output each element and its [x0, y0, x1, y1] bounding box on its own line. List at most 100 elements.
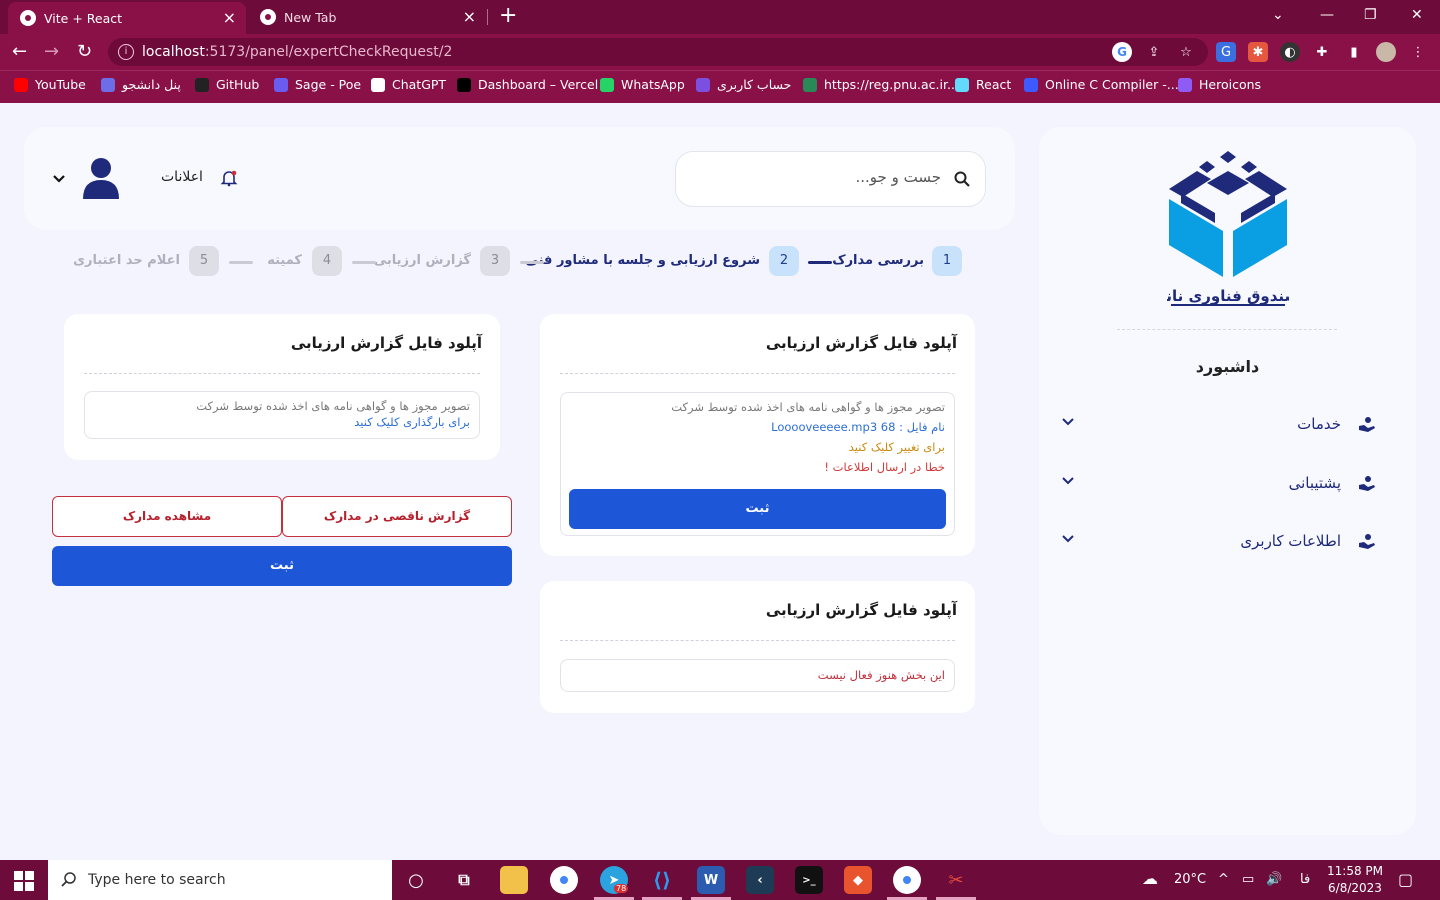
vercel-icon [457, 77, 471, 92]
search-box[interactable] [675, 151, 986, 207]
tray-chevron-icon[interactable]: ^ [1218, 872, 1229, 887]
close-window-button[interactable]: ✕ [1411, 5, 1423, 25]
side-panel-icon[interactable]: ▮ [1344, 42, 1364, 62]
network-icon[interactable]: ▭ [1242, 872, 1254, 887]
submit-button[interactable]: ثبت [569, 489, 946, 529]
search-input[interactable] [701, 168, 941, 186]
browser-toolbar: ← → ↻ i localhost:5173/panel/expertCheck… [0, 34, 1440, 70]
close-icon[interactable]: × [463, 9, 476, 25]
share-icon[interactable]: ⇪ [1144, 42, 1164, 62]
view-documents-button[interactable]: مشاهده مدارک [52, 496, 282, 537]
git-icon[interactable]: ◆ [844, 866, 872, 894]
chatgpt-icon [371, 77, 385, 92]
bookmark-star-icon[interactable]: ☆ [1176, 42, 1196, 62]
bookmark-chatgpt[interactable]: ChatGPT [371, 77, 446, 92]
step-label: گزارش ارزیابی [373, 253, 471, 268]
step-connector [520, 261, 544, 264]
notification-center-icon[interactable]: ▢ [1398, 870, 1413, 889]
new-tab-button[interactable]: + [499, 4, 517, 28]
pnu-icon [803, 77, 817, 92]
extension-icon[interactable]: ✱ [1248, 42, 1268, 62]
reload-icon[interactable]: ↻ [77, 40, 92, 64]
puzzle-icon[interactable]: ✚ [1312, 42, 1332, 62]
chevron-down-icon[interactable] [1061, 532, 1075, 546]
menu-dots-icon[interactable]: ⋮ [1408, 42, 1428, 62]
extension-icon[interactable]: ◐ [1280, 42, 1300, 62]
sidebar-item-label: پشتیبانی [1288, 474, 1341, 492]
bell-icon[interactable] [220, 169, 238, 187]
cortana-icon[interactable]: ○ [402, 866, 430, 894]
upload-dropzone[interactable]: تصویر مجوز ها و گواهی نامه های اخذ شده ت… [84, 391, 480, 439]
report-missing-docs-button[interactable]: گزارش ناقصی در مدارک [282, 496, 512, 537]
bookmark-student-panel[interactable]: پنل دانشجو [101, 77, 181, 92]
url-text[interactable]: localhost:5173/panel/expertCheckRequest/… [142, 44, 452, 60]
bookmark-pnu[interactable]: https://reg.pnu.ac.ir... [803, 77, 959, 92]
sidebar-item-support[interactable]: پشتیبانی [1059, 470, 1396, 500]
weather-icon[interactable]: ☁ [1142, 869, 1158, 888]
card-title: آپلود فایل گزارش ارزیابی [290, 334, 482, 352]
hand-coin-icon [1359, 534, 1375, 549]
taskbar-search[interactable]: Type here to search [48, 860, 392, 900]
taskbar-search-placeholder: Type here to search [88, 872, 226, 888]
word-icon[interactable]: W [697, 866, 725, 894]
bookmark-user-account[interactable]: حساب کاربری [696, 77, 791, 92]
language-indicator[interactable]: فا [1300, 872, 1310, 887]
upload-link[interactable]: برای بارگذاری کلیک کنید [354, 415, 470, 429]
weather-temp[interactable]: 20°C [1174, 872, 1206, 887]
volume-icon[interactable]: 🔊 [1266, 872, 1282, 887]
translate-extension-icon[interactable]: G [1216, 42, 1236, 62]
layers-icon [101, 77, 115, 92]
file-explorer-icon[interactable] [500, 866, 528, 894]
snipping-tool-icon[interactable]: ✂ [942, 866, 970, 894]
change-file-link[interactable]: برای تغییر کلیک کنید [849, 440, 945, 454]
whatsapp-icon [600, 77, 614, 92]
step-number: 3 [480, 246, 510, 276]
clock[interactable]: 11:58 PM 6/8/2023 [1326, 863, 1384, 897]
search-icon[interactable] [953, 170, 971, 188]
tab-search-icon[interactable]: ⌄ [1272, 5, 1284, 25]
back-icon[interactable]: ← [12, 40, 27, 64]
user-avatar-icon[interactable] [82, 157, 120, 199]
terminal-icon[interactable]: >_ [795, 866, 823, 894]
sidebar-item-user-info[interactable]: اطلاعات کاربری [1059, 528, 1396, 558]
bookmark-github[interactable]: GitHub [195, 77, 259, 92]
card-title: آپلود فایل گزارش ارزیابی [765, 601, 957, 619]
account-icon [696, 77, 710, 92]
notifications-label[interactable]: اعلانات [161, 169, 203, 185]
google-icon[interactable]: G [1112, 42, 1132, 62]
chevron-down-icon[interactable] [1061, 474, 1075, 488]
browser-tab-strip: Vite + React × New Tab × + ⌄ — ❐ ✕ [0, 0, 1440, 34]
upload-card-left: آپلود فایل گزارش ارزیابی تصویر مجوز ها و… [64, 314, 500, 460]
address-bar[interactable]: i localhost:5173/panel/expertCheckReques… [108, 38, 1208, 66]
restore-button[interactable]: ❐ [1364, 5, 1377, 25]
chevron-down-icon[interactable] [1061, 415, 1075, 429]
app-icon[interactable]: ‹ [746, 866, 774, 894]
minimize-button[interactable]: — [1320, 5, 1334, 25]
profile-avatar[interactable] [1376, 42, 1396, 62]
bookmark-whatsapp[interactable]: WhatsApp [600, 77, 685, 92]
forward-icon[interactable]: → [44, 40, 59, 64]
bookmark-online-c-compiler[interactable]: Online C Compiler -... [1024, 77, 1179, 92]
chrome-icon[interactable] [893, 866, 921, 894]
upload-dropzone[interactable]: تصویر مجوز ها و گواهی نامه های اخذ شده ت… [560, 392, 955, 536]
step-label: کمیته [267, 253, 302, 268]
chrome-icon[interactable] [550, 866, 578, 894]
bookmark-vercel[interactable]: Dashboard – Vercel [457, 77, 598, 92]
bookmark-heroicons[interactable]: Heroicons [1178, 77, 1261, 92]
sidebar-item-services[interactable]: خدمات [1059, 411, 1396, 441]
bookmark-youtube[interactable]: YouTube [14, 77, 86, 92]
tab-new-tab[interactable]: New Tab × [250, 0, 486, 34]
site-info-icon[interactable]: i [118, 44, 134, 60]
bookmark-react[interactable]: React [955, 77, 1011, 92]
task-view-icon[interactable]: ⧉ [450, 866, 478, 894]
submit-button[interactable]: ثبت [52, 546, 512, 586]
chevron-down-icon[interactable] [52, 172, 66, 186]
windows-start-icon[interactable] [14, 871, 34, 891]
bookmark-poe[interactable]: Sage - Poe [274, 77, 361, 92]
tab-separator [487, 9, 488, 25]
card-title: آپلود فایل گزارش ارزیابی [765, 334, 957, 352]
vscode-icon[interactable]: ⟨⟩ [648, 866, 676, 894]
tab-vite-react[interactable]: Vite + React × [8, 2, 246, 34]
close-icon[interactable]: × [223, 10, 236, 26]
react-icon [955, 77, 969, 92]
